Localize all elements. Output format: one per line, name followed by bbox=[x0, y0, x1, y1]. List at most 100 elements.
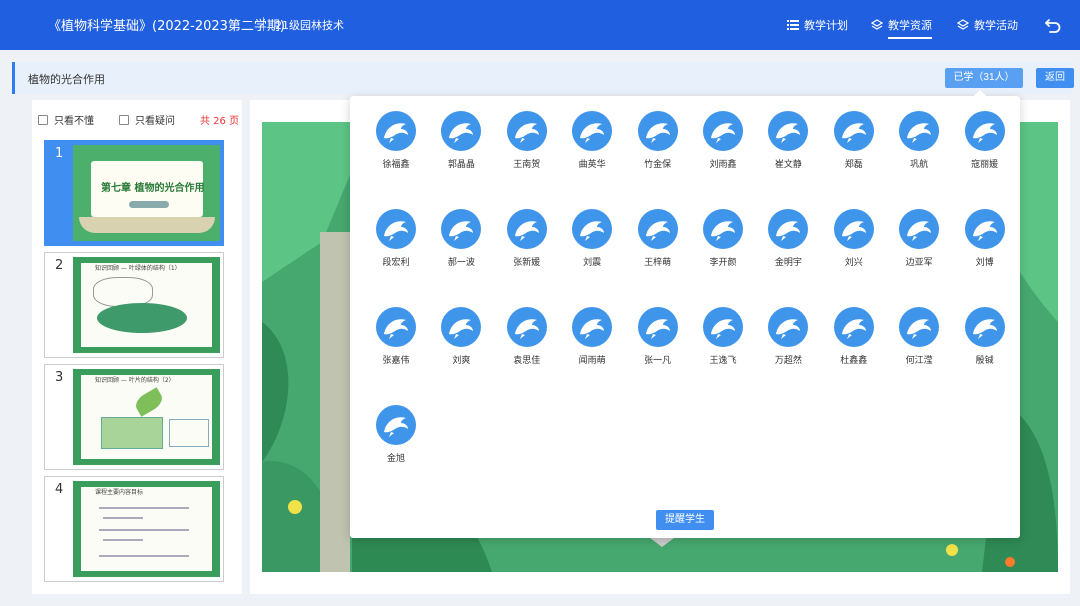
student-name: 刘兴 bbox=[844, 258, 863, 268]
student-item[interactable]: 张一凡 bbox=[628, 307, 688, 366]
student-name: 王南贺 bbox=[513, 160, 541, 170]
student-item[interactable]: 闻雨萌 bbox=[562, 307, 622, 366]
student-item[interactable]: 寇丽媛 bbox=[955, 111, 1015, 170]
filter-questions[interactable]: 只看疑问 bbox=[119, 112, 175, 127]
student-name: 金旭 bbox=[386, 454, 405, 464]
page-count: 共 26 页 bbox=[200, 116, 240, 127]
checkbox[interactable] bbox=[119, 114, 129, 125]
nav-teaching-activities[interactable]: 教学活动 bbox=[957, 17, 1018, 33]
student-item[interactable]: 刘震 bbox=[562, 209, 622, 268]
student-item[interactable]: 刘雨鑫 bbox=[693, 111, 753, 170]
student-name: 郑磊 bbox=[844, 160, 863, 170]
student-name: 徐福鑫 bbox=[382, 160, 410, 170]
thumbnail-title: 知识回顾 — 叶绿体的结构（1） bbox=[95, 265, 181, 272]
return-button[interactable]: 返回 bbox=[1036, 68, 1074, 88]
lesson-bar: 植物的光合作用 已学（31人） 返回 bbox=[12, 62, 1074, 94]
slide-thumbnail-1[interactable]: 1 第七章 植物的光合作用 bbox=[44, 140, 224, 246]
header-divider bbox=[263, 17, 264, 31]
student-item[interactable]: 王梓萌 bbox=[628, 209, 688, 268]
student-item[interactable]: 刘博 bbox=[955, 209, 1015, 268]
class-name: 21级园林技术 bbox=[275, 19, 344, 32]
student-name: 闻雨萌 bbox=[578, 356, 606, 366]
nav-teaching-resources[interactable]: 教学资源 bbox=[871, 17, 932, 39]
student-item[interactable]: 杜鑫鑫 bbox=[824, 307, 884, 366]
dolphin-avatar-icon bbox=[703, 307, 743, 347]
student-name: 巩航 bbox=[910, 160, 929, 170]
dolphin-avatar-icon bbox=[376, 111, 416, 151]
thumbnail-number: 4 bbox=[55, 482, 64, 497]
learned-students-button[interactable]: 已学（31人） bbox=[945, 68, 1023, 88]
lesson-title: 植物的光合作用 bbox=[28, 73, 105, 86]
student-item[interactable]: 曲英华 bbox=[562, 111, 622, 170]
flower-icon bbox=[288, 500, 302, 514]
thumbnail-title: 第七章 植物的光合作用 bbox=[101, 183, 205, 194]
nav-teaching-plan[interactable]: 教学计划 bbox=[787, 17, 848, 33]
layers-icon bbox=[871, 19, 883, 30]
dolphin-avatar-icon bbox=[703, 111, 743, 151]
student-item[interactable]: 张嘉伟 bbox=[366, 307, 426, 366]
student-name: 殷铖 bbox=[975, 356, 994, 366]
student-item[interactable]: 袁思佳 bbox=[497, 307, 557, 366]
student-name: 张一凡 bbox=[644, 356, 672, 366]
student-item[interactable]: 崔文静 bbox=[758, 111, 818, 170]
student-name: 万超然 bbox=[774, 356, 802, 366]
filter-label: 只看不懂 bbox=[54, 116, 94, 127]
remind-students-button[interactable]: 提醒学生 bbox=[656, 510, 714, 530]
student-item[interactable]: 王南贺 bbox=[497, 111, 557, 170]
student-item[interactable]: 刘兴 bbox=[824, 209, 884, 268]
slide-thumbnail-panel: 只看不懂 只看疑问 共 26 页 1 第七章 植物的光合作用 2 知识回顾 — … bbox=[32, 100, 242, 594]
student-item[interactable]: 张新媛 bbox=[497, 209, 557, 268]
thumbnail-title: 课程主要内容目标 bbox=[95, 489, 144, 496]
student-item[interactable]: 殷铖 bbox=[955, 307, 1015, 366]
student-name: 袁思佳 bbox=[513, 356, 541, 366]
dolphin-avatar-icon bbox=[964, 209, 1005, 249]
student-name: 郝一波 bbox=[447, 258, 475, 268]
thumbnail-title: 知识回顾 — 叶片的结构（2） bbox=[95, 377, 175, 384]
undo-back-icon[interactable] bbox=[1043, 15, 1063, 35]
slide-thumbnail-3[interactable]: 3 知识回顾 — 叶片的结构（2） bbox=[44, 364, 224, 470]
student-item[interactable]: 段宏利 bbox=[366, 209, 426, 268]
student-name: 刘震 bbox=[583, 258, 602, 268]
thumbnail-number: 1 bbox=[55, 146, 64, 161]
student-item[interactable]: 王逸飞 bbox=[693, 307, 753, 366]
student-item[interactable]: 郑磊 bbox=[824, 111, 884, 170]
student-item[interactable]: 金旭 bbox=[366, 405, 426, 464]
dolphin-avatar-icon bbox=[441, 307, 482, 347]
dolphin-avatar-icon bbox=[637, 111, 678, 151]
dolphin-avatar-icon bbox=[637, 307, 678, 347]
dolphin-avatar-icon bbox=[637, 209, 678, 249]
thumbnail-preview: 第七章 植物的光合作用 bbox=[73, 145, 220, 241]
checkbox[interactable] bbox=[38, 114, 48, 125]
dolphin-avatar-icon bbox=[768, 209, 809, 249]
filter-not-understood[interactable]: 只看不懂 bbox=[38, 112, 94, 127]
dolphin-avatar-icon bbox=[572, 111, 613, 151]
thumbnail-preview: 课程主要内容目标 bbox=[73, 481, 220, 577]
student-item[interactable]: 郭晶晶 bbox=[431, 111, 491, 170]
dolphin-avatar-icon bbox=[899, 209, 940, 249]
student-item[interactable]: 竹金保 bbox=[628, 111, 688, 170]
nav-label: 教学计划 bbox=[804, 19, 848, 32]
student-name: 王梓萌 bbox=[644, 258, 672, 268]
dolphin-avatar-icon bbox=[572, 209, 613, 249]
student-name: 刘雨鑫 bbox=[709, 160, 737, 170]
student-name: 张新媛 bbox=[513, 258, 541, 268]
student-item[interactable]: 金明宇 bbox=[758, 209, 818, 268]
student-item[interactable]: 万超然 bbox=[758, 307, 818, 366]
dolphin-avatar-icon bbox=[833, 307, 874, 347]
dolphin-avatar-icon bbox=[441, 111, 482, 151]
slide-thumbnail-4[interactable]: 4 课程主要内容目标 bbox=[44, 476, 224, 582]
dolphin-avatar-icon bbox=[376, 209, 416, 249]
course-title: 《植物科学基础》(2022-2023第二学期) bbox=[48, 19, 286, 34]
student-name: 竹金保 bbox=[644, 160, 672, 170]
dolphin-avatar-icon bbox=[506, 111, 547, 151]
student-item[interactable]: 郝一波 bbox=[431, 209, 491, 268]
student-item[interactable]: 巩航 bbox=[889, 111, 949, 170]
student-item[interactable]: 李开颜 bbox=[693, 209, 753, 268]
student-item[interactable]: 边亚军 bbox=[889, 209, 949, 268]
student-item[interactable]: 徐福鑫 bbox=[366, 111, 426, 170]
student-name: 张嘉伟 bbox=[382, 356, 410, 366]
slide-thumbnail-2[interactable]: 2 知识回顾 — 叶绿体的结构（1） bbox=[44, 252, 224, 358]
dolphin-avatar-icon bbox=[376, 307, 416, 347]
student-item[interactable]: 何江滢 bbox=[889, 307, 949, 366]
student-item[interactable]: 刘爽 bbox=[431, 307, 491, 366]
